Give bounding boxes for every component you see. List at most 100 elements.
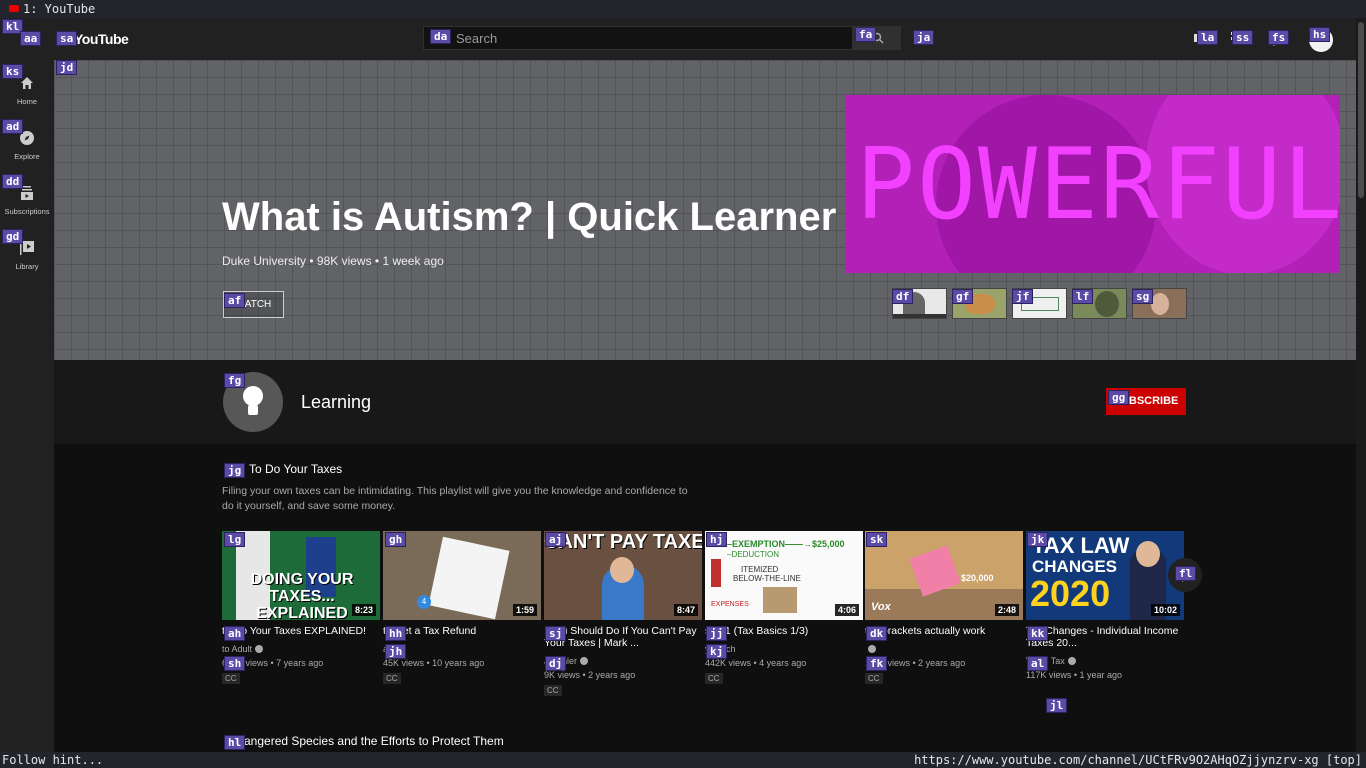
thumb-paper bbox=[428, 536, 510, 620]
link-hint: fg bbox=[224, 373, 246, 388]
link-hint: lf bbox=[1072, 289, 1094, 304]
shelf-title[interactable]: To Do Your Taxes bbox=[249, 462, 342, 476]
lightbulb-base bbox=[248, 405, 258, 415]
video-thumbnail[interactable]: TAX LAW CHANGES 2020 10:02 bbox=[1026, 531, 1184, 620]
link-hint: jf bbox=[1012, 289, 1034, 304]
video-channel[interactable]: to Adult bbox=[222, 644, 380, 654]
video-duration: 2:48 bbox=[994, 604, 1019, 616]
video-duration: 8:47 bbox=[673, 604, 698, 616]
video-title[interactable]: s 101 (Tax Basics 1/3) bbox=[705, 625, 863, 637]
thumb-badge: 4 bbox=[417, 595, 431, 609]
thumb-text: ITEMIZED bbox=[741, 565, 779, 574]
video-meta: 442K views • 4 years ago bbox=[705, 658, 807, 668]
verified-icon bbox=[1067, 657, 1076, 665]
youtube-favicon-icon bbox=[9, 5, 19, 12]
guide-label-explore: Explore bbox=[14, 152, 40, 161]
channel-content: To Do Your Taxes Filing your own taxes c… bbox=[54, 444, 1356, 752]
video-card[interactable]: AGI–EXEMPTION——→$25,000 –DEDUCTION ITEMI… bbox=[705, 531, 863, 686]
featured-video-title[interactable]: What is Autism? | Quick Learner bbox=[222, 195, 836, 240]
guide-item-explore[interactable]: Explore bbox=[0, 130, 54, 180]
link-hint: al bbox=[1027, 656, 1049, 671]
link-hint: gh bbox=[385, 532, 407, 547]
video-channel[interactable]: Value Tax bbox=[1026, 656, 1184, 666]
video-thumbnail[interactable]: 4 1:59 bbox=[383, 531, 541, 620]
video-thumbnail[interactable]: $20,000 Vox 2:48 bbox=[865, 531, 1023, 620]
video-card[interactable]: DOING YOUR TAXES... EXPLAINED 8:23 to Do… bbox=[222, 531, 380, 686]
video-thumbnail[interactable]: AGI–EXEMPTION——→$25,000 –DEDUCTION ITEMI… bbox=[705, 531, 863, 620]
lightbulb-icon bbox=[243, 386, 263, 406]
link-hint: fl bbox=[1175, 566, 1197, 581]
video-thumbnail[interactable]: DOING YOUR TAXES... EXPLAINED 8:23 bbox=[222, 531, 380, 620]
channel-header: Learning SUBSCRIBE bbox=[54, 360, 1356, 444]
guide-item-subscriptions[interactable]: Subscriptions bbox=[0, 185, 54, 235]
video-title[interactable]: tax brackets actually work bbox=[865, 625, 1023, 637]
video-card[interactable]: CAN'T PAY TAXES? 8:47 : You Should Do If… bbox=[544, 531, 702, 698]
video-title[interactable]: to Get a Tax Refund bbox=[383, 625, 541, 637]
video-channel[interactable]: J Kohler bbox=[544, 656, 702, 666]
video-card[interactable]: TAX LAW CHANGES 2020 10:02 Tax Changes -… bbox=[1026, 531, 1184, 680]
link-hint: df bbox=[892, 289, 914, 304]
link-hint: jk bbox=[1027, 532, 1049, 547]
thumb-text: CAN'T PAY TAXES? bbox=[544, 531, 702, 553]
link-hint: dd bbox=[2, 174, 24, 189]
link-hint: jl bbox=[1046, 698, 1068, 713]
guide-item-library[interactable]: Library bbox=[0, 240, 54, 290]
thumb-text: 2020 bbox=[1030, 573, 1111, 614]
scrollbar-thumb[interactable] bbox=[1358, 22, 1364, 198]
featured-video-meta: Duke University • 98K views • 1 week ago bbox=[222, 254, 444, 268]
link-hint: kk bbox=[1027, 626, 1049, 641]
video-card[interactable]: $20,000 Vox 2:48 tax brackets actually w… bbox=[865, 531, 1023, 686]
video-meta: 45K views • 10 years ago bbox=[383, 658, 485, 668]
channel-name: Learning bbox=[301, 392, 372, 412]
page-scrollbar[interactable] bbox=[1356, 18, 1366, 752]
thumb-text: EXPENSES bbox=[711, 601, 749, 608]
video-thumbnail[interactable]: CAN'T PAY TAXES? 8:47 bbox=[544, 531, 702, 620]
video-meta: 9K views • 2 years ago bbox=[544, 670, 636, 680]
cc-badge: CC bbox=[705, 673, 723, 684]
guide-item-home[interactable]: Home bbox=[0, 75, 54, 125]
banner-graphic: POWERFUL bbox=[846, 95, 1340, 273]
video-duration: 8:23 bbox=[351, 604, 376, 616]
thumb-house bbox=[763, 587, 797, 613]
channel-banner: POWERFUL What is Autism? | Quick Learner… bbox=[54, 60, 1356, 360]
video-title[interactable]: : You Should Do If You Can't Pay Your Ta… bbox=[544, 625, 702, 649]
thumb-shape bbox=[1095, 291, 1119, 317]
link-hint: jj bbox=[706, 626, 728, 641]
link-hint: jh bbox=[385, 644, 407, 659]
verified-icon bbox=[868, 645, 876, 653]
video-channel-name: to Adult bbox=[222, 644, 253, 654]
shelf-description: Filing your own taxes can be intimidatin… bbox=[222, 485, 688, 512]
link-hint: sk bbox=[866, 532, 888, 547]
link-hint: hl bbox=[224, 735, 246, 750]
video-channel[interactable]: ast bbox=[383, 644, 541, 654]
youtube-logo[interactable]: YouTube bbox=[74, 31, 129, 47]
video-meta: 672K views • 7 years ago bbox=[222, 658, 324, 668]
video-channel[interactable]: yCoach bbox=[705, 644, 863, 654]
link-hint: hj bbox=[706, 532, 728, 547]
shelf-title[interactable]: angered Species and the Efforts to Prote… bbox=[244, 734, 504, 748]
video-duration: 1:59 bbox=[512, 604, 537, 616]
video-duration: 10:02 bbox=[1150, 604, 1180, 616]
tab-title[interactable]: 1: YouTube bbox=[23, 2, 95, 16]
video-card[interactable]: 4 1:59 to Get a Tax Refund ast 45K views… bbox=[383, 531, 541, 686]
link-hint: kj bbox=[706, 644, 728, 659]
link-hint: sa bbox=[56, 31, 78, 46]
banner-text: POWERFUL bbox=[856, 128, 1340, 242]
link-hint: hs bbox=[1309, 27, 1331, 42]
guide-label-subscriptions: Subscriptions bbox=[4, 207, 50, 216]
thumb-progress bbox=[893, 314, 946, 318]
video-title[interactable]: to Do Your Taxes EXPLAINED! bbox=[222, 625, 380, 637]
link-hint: aa bbox=[20, 31, 42, 46]
video-title[interactable]: Tax Changes - Individual Income Taxes 20… bbox=[1026, 625, 1184, 649]
thumb-face bbox=[610, 557, 634, 583]
link-hint: dk bbox=[866, 626, 888, 641]
search-input[interactable]: Search bbox=[423, 26, 853, 50]
cc-badge: CC bbox=[222, 673, 240, 684]
link-hint: ks bbox=[2, 64, 24, 79]
link-hint: sh bbox=[224, 656, 246, 671]
link-hint: fa bbox=[855, 27, 877, 42]
link-hint: da bbox=[430, 29, 452, 44]
video-channel[interactable] bbox=[865, 644, 1023, 654]
link-hint: sj bbox=[545, 626, 567, 641]
link-hint: lg bbox=[224, 532, 246, 547]
